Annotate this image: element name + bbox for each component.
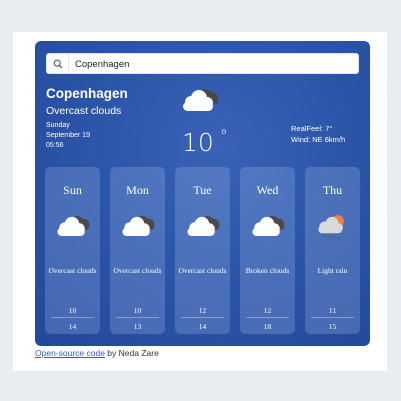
forecast-description: Overcast clouds: [113, 266, 162, 275]
divider: [116, 317, 159, 318]
divider: [51, 317, 94, 318]
forecast-low: 10: [133, 306, 142, 315]
forecast-day-name: Thu: [322, 183, 343, 197]
city-name: Copenhagen: [46, 86, 128, 101]
realfeel: RealFeel: 7°: [291, 124, 333, 133]
open-source-link[interactable]: Open-source code: [35, 348, 105, 358]
forecast-low: 12: [263, 306, 272, 315]
divider: [181, 317, 224, 318]
date: September 19: [46, 132, 90, 139]
time: 05:56: [46, 142, 64, 149]
overcast-clouds-icon: [117, 211, 157, 241]
search-icon[interactable]: [47, 54, 69, 73]
weekday: Sunday: [46, 122, 70, 129]
divider: [311, 317, 354, 318]
date-time: Sunday September 19 05:56: [46, 121, 90, 151]
overcast-clouds-icon: [52, 211, 92, 241]
forecast-description: Light rain: [317, 266, 348, 275]
author-credit: by Neda Zare: [104, 348, 159, 358]
forecast-day: Mon Overcast clouds 10 13: [110, 167, 165, 334]
weather-card: Copenhagen Overcast clouds Sunday Septem…: [35, 41, 370, 346]
current-condition: Overcast clouds: [46, 105, 122, 117]
broken-clouds-icon: [247, 211, 287, 241]
search-input[interactable]: [75, 57, 345, 71]
forecast-high: 14: [68, 322, 77, 331]
forecast-high: 14: [198, 322, 207, 331]
forecast-day: Tue Overcast clouds 12 14: [175, 167, 230, 334]
forecast-day-name: Tue: [193, 183, 212, 197]
overcast-clouds-icon: [182, 211, 222, 241]
forecast-low: 10: [68, 306, 77, 315]
forecast-day: Sun Overcast clouds 10 14: [45, 167, 100, 334]
forecast-description: Overcast clouds: [178, 266, 227, 275]
degree-symbol: °: [219, 126, 228, 145]
forecast-description: Broken clouds: [245, 266, 290, 275]
search-bar: [46, 53, 359, 74]
forecast-low: 12: [198, 306, 207, 315]
forecast-day-name: Wed: [256, 183, 279, 197]
forecast-description: Overcast clouds: [48, 266, 97, 275]
overcast-clouds-icon: [177, 85, 221, 115]
divider: [246, 317, 289, 318]
footer: Open-source code by Neda Zare: [35, 348, 159, 358]
wind: Wind: NE 6km/h: [291, 135, 346, 144]
temperature-value: 10: [182, 128, 214, 157]
forecast-day-name: Mon: [126, 183, 149, 197]
forecast-high: 18: [263, 322, 272, 331]
forecast-day: Thu Light rain 11 15: [305, 167, 360, 334]
forecast-high: 13: [133, 322, 142, 331]
light-rain-icon: [312, 211, 352, 241]
forecast-low: 11: [328, 306, 337, 315]
forecast-high: 15: [328, 322, 337, 331]
forecast-day-name: Sun: [63, 183, 82, 197]
forecast-day: Wed Broken clouds 12 18: [240, 167, 295, 334]
current-temperature: 10 °: [182, 126, 228, 157]
weather-details: RealFeel: 7° Wind: NE 6km/h: [291, 123, 345, 145]
